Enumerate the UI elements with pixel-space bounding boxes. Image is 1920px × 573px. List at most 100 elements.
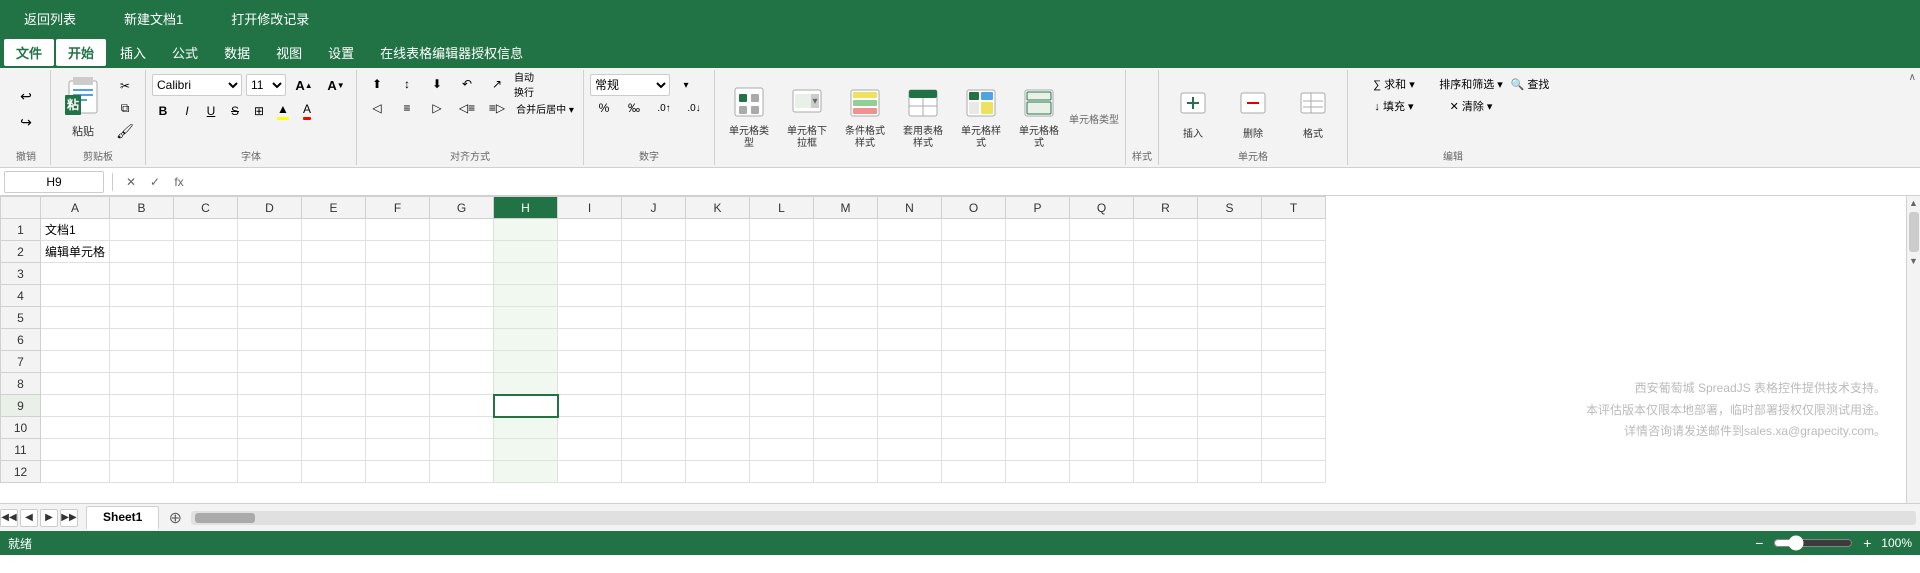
cell-H2[interactable] — [494, 241, 558, 263]
cell-H11[interactable] — [494, 439, 558, 461]
nav-back[interactable]: 返回列表 — [16, 5, 84, 32]
menu-home[interactable]: 开始 — [56, 39, 106, 66]
cell-L9[interactable] — [750, 395, 814, 417]
text-direction-button[interactable]: ↶ — [453, 74, 481, 94]
cell-S2[interactable] — [1198, 241, 1262, 263]
cell-I7[interactable] — [558, 351, 622, 373]
row-header-3[interactable]: 3 — [1, 263, 41, 285]
cell-B10[interactable] — [110, 417, 174, 439]
cell-E12[interactable] — [302, 461, 366, 483]
number-format-expand[interactable]: ▾ — [672, 75, 700, 95]
cell-I9[interactable] — [558, 395, 622, 417]
cell-J4[interactable] — [622, 285, 686, 307]
cell-S8[interactable] — [1198, 373, 1262, 395]
cell-C4[interactable] — [174, 285, 238, 307]
cell-L3[interactable] — [750, 263, 814, 285]
cell-T1[interactable] — [1262, 219, 1326, 241]
fill-button[interactable]: ↓ 填充 ▾ — [1354, 96, 1434, 116]
col-header-J[interactable]: J — [622, 197, 686, 219]
cell-S5[interactable] — [1198, 307, 1262, 329]
cut-button[interactable]: ✂ — [111, 76, 139, 96]
row-header-12[interactable]: 12 — [1, 461, 41, 483]
cell-J11[interactable] — [622, 439, 686, 461]
col-header-P[interactable]: P — [1006, 197, 1070, 219]
format-painter-button[interactable]: 🖌 — [111, 122, 139, 142]
cell-style-button[interactable]: 单元格样式 — [953, 83, 1009, 153]
cell-T4[interactable] — [1262, 285, 1326, 307]
cell-I1[interactable] — [558, 219, 622, 241]
cell-L1[interactable] — [750, 219, 814, 241]
cell-T6[interactable] — [1262, 329, 1326, 351]
cell-F6[interactable] — [366, 329, 430, 351]
insert-function-button[interactable]: fx — [169, 172, 189, 192]
bold-button[interactable]: B — [152, 100, 174, 122]
align-right-button[interactable]: ▷ — [423, 98, 451, 118]
cell-M3[interactable] — [814, 263, 878, 285]
nav-open-history[interactable]: 打开修改记录 — [223, 5, 317, 32]
col-header-G[interactable]: G — [430, 197, 494, 219]
confirm-formula-button[interactable]: ✓ — [145, 172, 165, 192]
cell-D7[interactable] — [238, 351, 302, 373]
horizontal-scrollbar[interactable] — [191, 511, 1916, 525]
cell-H5[interactable] — [494, 307, 558, 329]
cell-A1[interactable]: 文档1 — [41, 219, 110, 241]
row-header-8[interactable]: 8 — [1, 373, 41, 395]
align-left-button[interactable]: ◁ — [363, 98, 391, 118]
cell-J9[interactable] — [622, 395, 686, 417]
cell-J8[interactable] — [622, 373, 686, 395]
cell-O10[interactable] — [942, 417, 1006, 439]
cell-E4[interactable] — [302, 285, 366, 307]
cell-M8[interactable] — [814, 373, 878, 395]
row-header-2[interactable]: 2 — [1, 241, 41, 263]
cell-N10[interactable] — [878, 417, 942, 439]
cell-L2[interactable] — [750, 241, 814, 263]
cell-B9[interactable] — [110, 395, 174, 417]
row-header-4[interactable]: 4 — [1, 285, 41, 307]
cell-D1[interactable] — [238, 219, 302, 241]
cell-I2[interactable] — [558, 241, 622, 263]
cell-E10[interactable] — [302, 417, 366, 439]
cell-F4[interactable] — [366, 285, 430, 307]
cell-T3[interactable] — [1262, 263, 1326, 285]
cell-R11[interactable] — [1134, 439, 1198, 461]
cell-F11[interactable] — [366, 439, 430, 461]
cell-D6[interactable] — [238, 329, 302, 351]
cell-K1[interactable] — [686, 219, 750, 241]
cell-M1[interactable] — [814, 219, 878, 241]
cell-O12[interactable] — [942, 461, 1006, 483]
cell-M12[interactable] — [814, 461, 878, 483]
font-grow-button[interactable]: A▲ — [290, 75, 318, 95]
cell-P9[interactable] — [1006, 395, 1070, 417]
cell-B8[interactable] — [110, 373, 174, 395]
cancel-formula-button[interactable]: ✕ — [121, 172, 141, 192]
cell-J7[interactable] — [622, 351, 686, 373]
cell-J12[interactable] — [622, 461, 686, 483]
cell-T9[interactable] — [1262, 395, 1326, 417]
cell-O1[interactable] — [942, 219, 1006, 241]
cell-K4[interactable] — [686, 285, 750, 307]
find-button[interactable]: 🔍 查找 — [1508, 74, 1552, 94]
cell-N9[interactable] — [878, 395, 942, 417]
cell-P5[interactable] — [1006, 307, 1070, 329]
cell-J5[interactable] — [622, 307, 686, 329]
zoom-out-button[interactable]: − — [1749, 533, 1769, 553]
cell-D9[interactable] — [238, 395, 302, 417]
cell-N6[interactable] — [878, 329, 942, 351]
cell-J3[interactable] — [622, 263, 686, 285]
cell-Q1[interactable] — [1070, 219, 1134, 241]
cell-Q11[interactable] — [1070, 439, 1134, 461]
col-header-R[interactable]: R — [1134, 197, 1198, 219]
cell-K6[interactable] — [686, 329, 750, 351]
cell-K12[interactable] — [686, 461, 750, 483]
cell-B12[interactable] — [110, 461, 174, 483]
row-header-5[interactable]: 5 — [1, 307, 41, 329]
clear-button[interactable]: ✕ 清除 ▾ — [1436, 96, 1506, 116]
cell-A11[interactable] — [41, 439, 110, 461]
cell-L7[interactable] — [750, 351, 814, 373]
italic-button[interactable]: I — [176, 100, 198, 122]
cell-K7[interactable] — [686, 351, 750, 373]
cell-Q3[interactable] — [1070, 263, 1134, 285]
cell-L10[interactable] — [750, 417, 814, 439]
cell-D10[interactable] — [238, 417, 302, 439]
cell-L4[interactable] — [750, 285, 814, 307]
